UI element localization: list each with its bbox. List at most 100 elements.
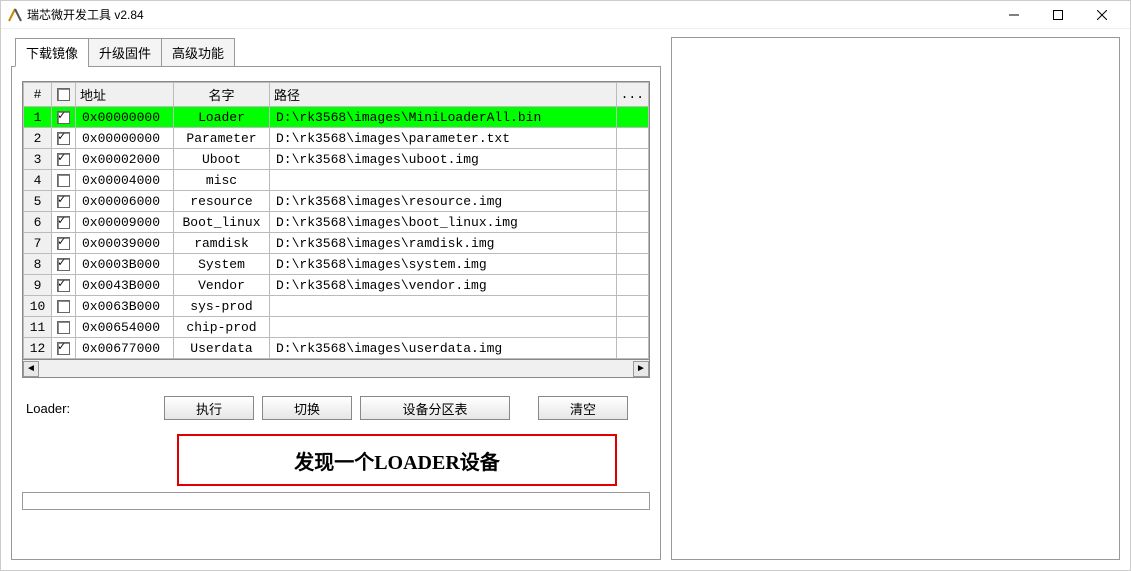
- checkbox-icon[interactable]: [57, 321, 70, 334]
- row-path[interactable]: D:\rk3568\images\ramdisk.img: [270, 233, 617, 254]
- checkbox-icon[interactable]: [57, 174, 70, 187]
- row-name[interactable]: Parameter: [174, 128, 270, 149]
- row-extra[interactable]: [616, 212, 648, 233]
- row-extra[interactable]: [616, 149, 648, 170]
- table-row[interactable]: 40x00004000misc: [24, 170, 649, 191]
- row-address[interactable]: 0x00002000: [76, 149, 174, 170]
- row-extra[interactable]: [616, 317, 648, 338]
- clear-button[interactable]: 清空: [538, 396, 628, 420]
- row-address[interactable]: 0x00006000: [76, 191, 174, 212]
- table-row[interactable]: 110x00654000chip-prod: [24, 317, 649, 338]
- tab-1[interactable]: 升级固件: [88, 38, 162, 67]
- row-name[interactable]: misc: [174, 170, 270, 191]
- row-name[interactable]: Loader: [174, 107, 270, 128]
- table-row[interactable]: 50x00006000resourceD:\rk3568\images\reso…: [24, 191, 649, 212]
- row-path[interactable]: D:\rk3568\images\userdata.img: [270, 338, 617, 359]
- switch-button[interactable]: 切换: [262, 396, 352, 420]
- row-name[interactable]: chip-prod: [174, 317, 270, 338]
- row-name[interactable]: System: [174, 254, 270, 275]
- checkbox-icon[interactable]: [57, 195, 70, 208]
- checkbox-icon[interactable]: [57, 279, 70, 292]
- row-checkbox-cell[interactable]: [52, 191, 76, 212]
- row-extra[interactable]: [616, 254, 648, 275]
- table-row[interactable]: 80x0003B000SystemD:\rk3568\images\system…: [24, 254, 649, 275]
- row-address[interactable]: 0x00004000: [76, 170, 174, 191]
- row-address[interactable]: 0x00677000: [76, 338, 174, 359]
- checkbox-icon[interactable]: [57, 237, 70, 250]
- row-path[interactable]: D:\rk3568\images\system.img: [270, 254, 617, 275]
- row-path[interactable]: [270, 317, 617, 338]
- row-name[interactable]: ramdisk: [174, 233, 270, 254]
- row-checkbox-cell[interactable]: [52, 233, 76, 254]
- header-checkbox-icon[interactable]: [57, 88, 70, 101]
- row-extra[interactable]: [616, 170, 648, 191]
- row-address[interactable]: 0x00000000: [76, 107, 174, 128]
- checkbox-icon[interactable]: [57, 216, 70, 229]
- row-checkbox-cell[interactable]: [52, 107, 76, 128]
- row-extra[interactable]: [616, 275, 648, 296]
- checkbox-icon[interactable]: [57, 153, 70, 166]
- horizontal-scrollbar[interactable]: ◄ ►: [22, 360, 650, 378]
- maximize-button[interactable]: [1036, 1, 1080, 29]
- checkbox-icon[interactable]: [57, 300, 70, 313]
- row-path[interactable]: [270, 296, 617, 317]
- row-checkbox-cell[interactable]: [52, 275, 76, 296]
- table-row[interactable]: 70x00039000ramdiskD:\rk3568\images\ramdi…: [24, 233, 649, 254]
- row-path[interactable]: D:\rk3568\images\uboot.img: [270, 149, 617, 170]
- tab-2[interactable]: 高级功能: [161, 38, 235, 67]
- close-button[interactable]: [1080, 1, 1124, 29]
- row-extra[interactable]: [616, 128, 648, 149]
- row-address[interactable]: 0x0043B000: [76, 275, 174, 296]
- tab-0[interactable]: 下载镜像: [15, 38, 89, 67]
- row-extra[interactable]: [616, 296, 648, 317]
- table-row[interactable]: 30x00002000UbootD:\rk3568\images\uboot.i…: [24, 149, 649, 170]
- row-name[interactable]: Vendor: [174, 275, 270, 296]
- row-name[interactable]: resource: [174, 191, 270, 212]
- row-extra[interactable]: [616, 233, 648, 254]
- row-address[interactable]: 0x00000000: [76, 128, 174, 149]
- partition-table-button[interactable]: 设备分区表: [360, 396, 510, 420]
- row-checkbox-cell[interactable]: [52, 254, 76, 275]
- log-pane[interactable]: [671, 37, 1120, 560]
- table-row[interactable]: 20x00000000ParameterD:\rk3568\images\par…: [24, 128, 649, 149]
- row-path[interactable]: D:\rk3568\images\vendor.img: [270, 275, 617, 296]
- table-row[interactable]: 10x00000000LoaderD:\rk3568\images\MiniLo…: [24, 107, 649, 128]
- scroll-right-arrow-icon[interactable]: ►: [633, 361, 649, 377]
- run-button[interactable]: 执行: [164, 396, 254, 420]
- row-extra[interactable]: [616, 191, 648, 212]
- table-row[interactable]: 120x00677000UserdataD:\rk3568\images\use…: [24, 338, 649, 359]
- row-checkbox-cell[interactable]: [52, 317, 76, 338]
- row-extra[interactable]: [616, 338, 648, 359]
- row-address[interactable]: 0x00039000: [76, 233, 174, 254]
- row-name[interactable]: Boot_linux: [174, 212, 270, 233]
- header-path[interactable]: 路径: [270, 83, 617, 107]
- table-row[interactable]: 100x0063B000sys-prod: [24, 296, 649, 317]
- row-checkbox-cell[interactable]: [52, 149, 76, 170]
- header-checkbox[interactable]: [52, 83, 76, 107]
- header-extra[interactable]: ...: [616, 83, 648, 107]
- row-path[interactable]: D:\rk3568\images\resource.img: [270, 191, 617, 212]
- header-index[interactable]: #: [24, 83, 52, 107]
- checkbox-icon[interactable]: [57, 342, 70, 355]
- row-path[interactable]: [270, 170, 617, 191]
- row-path[interactable]: D:\rk3568\images\MiniLoaderAll.bin: [270, 107, 617, 128]
- row-address[interactable]: 0x0063B000: [76, 296, 174, 317]
- row-address[interactable]: 0x00009000: [76, 212, 174, 233]
- row-checkbox-cell[interactable]: [52, 170, 76, 191]
- checkbox-icon[interactable]: [57, 132, 70, 145]
- row-checkbox-cell[interactable]: [52, 296, 76, 317]
- row-name[interactable]: sys-prod: [174, 296, 270, 317]
- header-name[interactable]: 名字: [174, 83, 270, 107]
- row-extra[interactable]: [616, 107, 648, 128]
- scroll-left-arrow-icon[interactable]: ◄: [23, 361, 39, 377]
- row-name[interactable]: Userdata: [174, 338, 270, 359]
- row-path[interactable]: D:\rk3568\images\boot_linux.img: [270, 212, 617, 233]
- row-address[interactable]: 0x0003B000: [76, 254, 174, 275]
- row-name[interactable]: Uboot: [174, 149, 270, 170]
- table-row[interactable]: 60x00009000Boot_linuxD:\rk3568\images\bo…: [24, 212, 649, 233]
- row-path[interactable]: D:\rk3568\images\parameter.txt: [270, 128, 617, 149]
- row-checkbox-cell[interactable]: [52, 338, 76, 359]
- checkbox-icon[interactable]: [57, 258, 70, 271]
- minimize-button[interactable]: [992, 1, 1036, 29]
- row-checkbox-cell[interactable]: [52, 128, 76, 149]
